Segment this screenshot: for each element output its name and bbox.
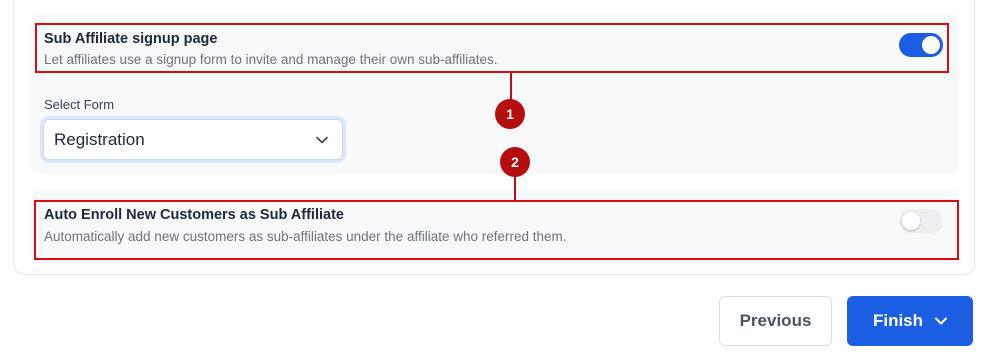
auto-enroll-description: Automatically add new customers as sub-a…: [44, 229, 567, 244]
annotation-badge-1: 1: [495, 99, 525, 129]
select-form-dropdown[interactable]: Registration: [43, 119, 343, 160]
previous-button-label: Previous: [739, 311, 812, 330]
select-form-value: Registration: [54, 129, 145, 149]
annotation-connector-1: [510, 73, 512, 100]
auto-enroll-toggle[interactable]: [899, 209, 943, 233]
annotation-badge-2: 2: [500, 147, 530, 177]
auto-enroll-panel: [31, 190, 959, 262]
select-form-label: Select Form: [44, 97, 115, 112]
sub-affiliate-signup-title: Sub Affiliate signup page: [44, 31, 218, 47]
finish-button[interactable]: Finish: [847, 296, 973, 346]
auto-enroll-title: Auto Enroll New Customers as Sub Affilia…: [44, 207, 344, 223]
annotation-connector-2: [514, 176, 516, 201]
chevron-down-icon: [316, 136, 328, 144]
sub-affiliate-signup-toggle[interactable]: [899, 33, 943, 57]
finish-button-label: Finish: [872, 311, 924, 330]
toggle-knob: [922, 36, 940, 54]
previous-button[interactable]: Previous: [719, 296, 832, 346]
sub-affiliate-signup-description: Let affiliates use a signup form to invi…: [44, 52, 498, 67]
chevron-down-icon: [935, 317, 948, 325]
toggle-knob: [902, 212, 920, 230]
